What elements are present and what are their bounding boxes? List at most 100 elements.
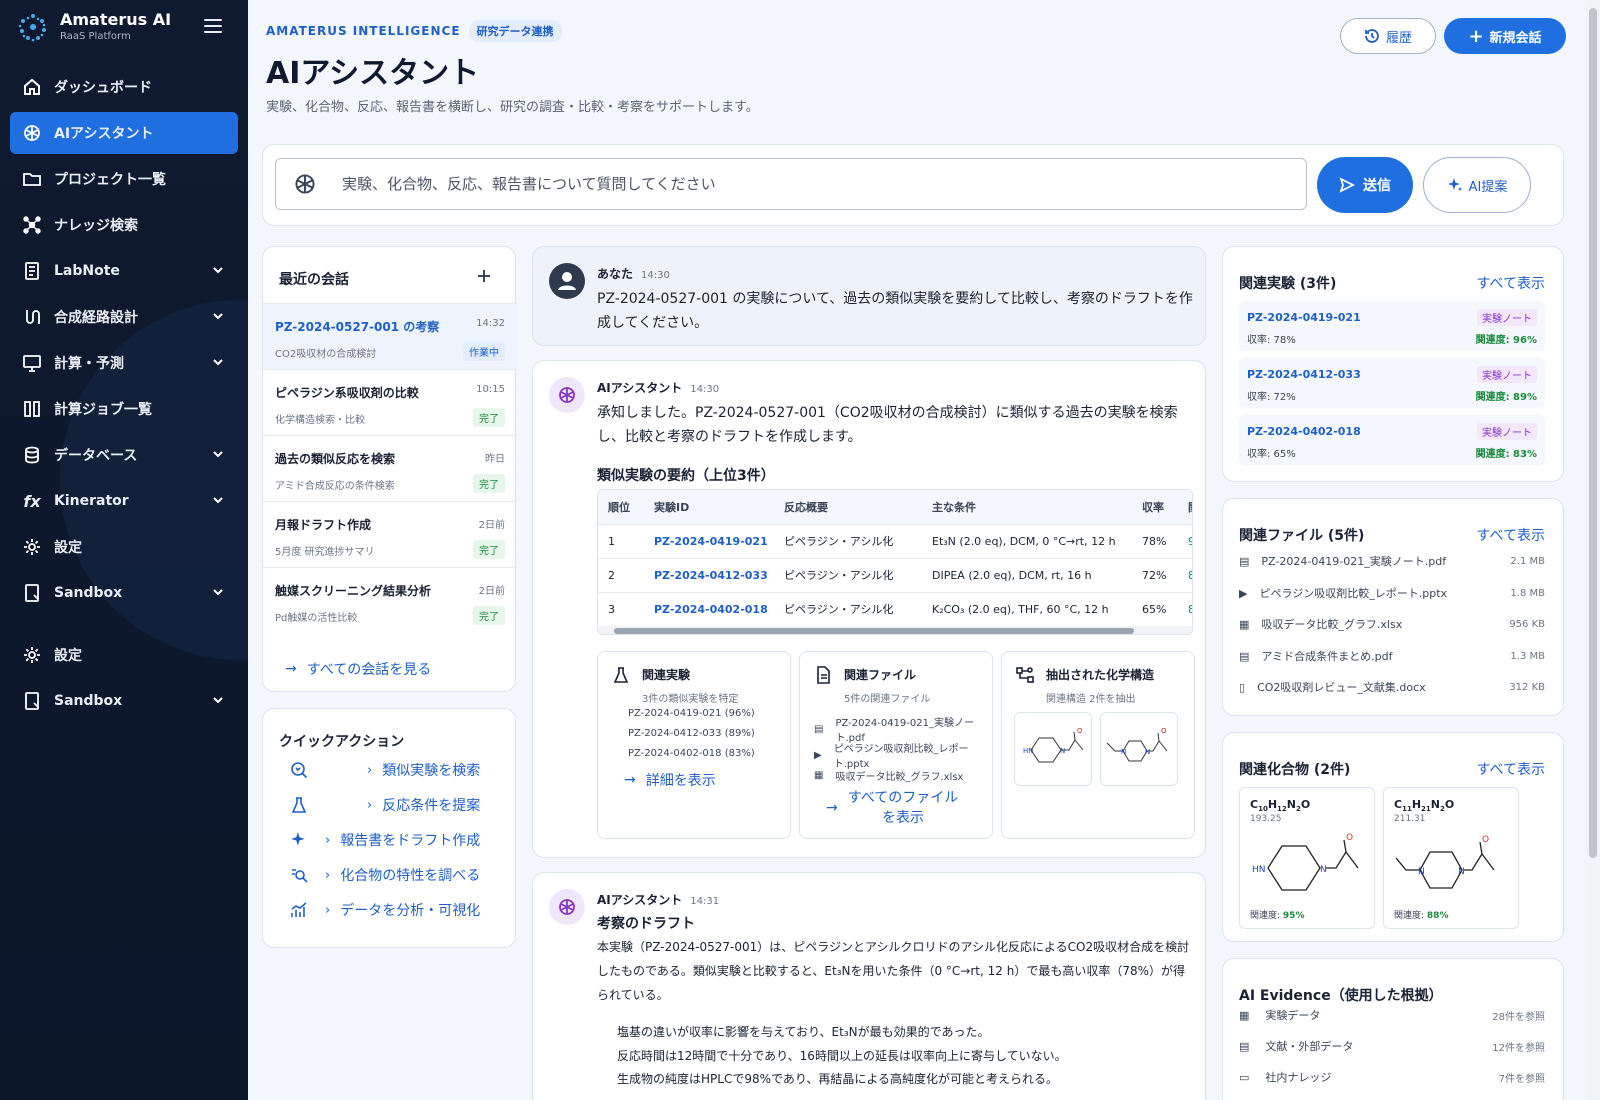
sparkle-icon [1447,178,1462,191]
sidebar-item-calc-predict[interactable]: 計算・予測 [10,342,238,384]
list-item[interactable]: PZ-2024-0419-021 収率: 78% 実験ノート 関連度: 96% [1239,301,1545,351]
status-badge: 完了 [473,408,505,427]
sidebar-item-sandbox-2[interactable]: Sandbox [10,680,238,722]
flask-icon [291,797,307,813]
sidebar-item-route-design[interactable]: 合成経路設計 [10,296,238,338]
file-line[interactable]: ▶ ピペラジン吸収剤比較_レポート.pptx [814,740,992,770]
compound-card[interactable]: C11H21N2O 211.31 N N O 関連度: 88% [1383,787,1519,929]
avatar [549,263,585,299]
ai-suggest-button[interactable]: AI提案 [1423,157,1531,213]
arrow-right-icon: → [826,800,838,816]
yield-cell: 72% [1132,557,1178,592]
new-label: 新規会話 [1489,30,1542,46]
structure-thumbnail[interactable]: HN N O [1014,712,1092,786]
table-scrollbar[interactable] [598,626,1192,634]
add-conversation-icon[interactable] [475,267,493,285]
chevron-down-icon [213,451,223,458]
sidebar-item-settings[interactable]: 設定 [10,526,238,568]
file-item[interactable]: ▦ 吸収データ比較_グラフ.xlsx 956 KB [1239,614,1545,634]
see-all-link[interactable]: すべて表示 [1477,525,1545,545]
conversation-sub: Pd触媒の活性比較 [275,613,358,624]
sandbox-icon [22,583,42,603]
logo-icon [18,14,46,42]
panel-title: AI Evidence（使用した根拠） [1239,988,1443,1004]
sidebar-item-projects[interactable]: プロジェクト一覧 [10,158,238,200]
molecule-search-icon [292,869,308,883]
quick-action-label: 化合物の特性を調べる [340,868,481,884]
experiment-link[interactable]: PZ-2024-0419-021 [644,523,774,558]
conversation-item[interactable]: 過去の類似反応を検索 アミド合成反応の条件検索 昨日 完了 [263,435,517,501]
chevron-right-icon: › [325,902,331,918]
related-experiments-card: 関連実験 3件の類似実験を特定 PZ-2024-0419-021 (96%) P… [597,651,791,839]
sidebar-item-database[interactable]: データベース [10,434,238,476]
experiment-link[interactable]: PZ-2024-0412-033 [644,557,774,592]
molecular-weight: 193.25 [1250,814,1282,824]
sidebar-item-calc-jobs[interactable]: 計算ジョブ一覧 [10,388,238,430]
see-all-link[interactable]: すべて表示 [1477,273,1545,293]
quick-action-suggest-conditions[interactable]: › 反応条件を提案 [291,794,480,816]
see-all-link[interactable]: すべて表示 [1477,759,1545,779]
send-button[interactable]: 送信 [1317,157,1413,213]
quick-action-compound-properties[interactable]: › 化合物の特性を調べる [292,864,481,886]
conversation-sub: アミド合成反応の条件検索 [275,481,395,492]
menu-icon[interactable] [204,19,222,33]
quick-action-search-similar[interactable]: › 類似実験を検索 [291,759,480,781]
quick-action-analyze-data[interactable]: › データを分析・可視化 [291,899,481,921]
question-input[interactable] [342,169,1282,199]
conversation-item[interactable]: PZ-2024-0527-001 の考察 CO2吸収材の合成検討 14:32 作… [263,303,517,369]
sidebar-item-settings-2[interactable]: 設定 [10,634,238,676]
experiment-link[interactable]: PZ-2024-0402-018 [644,591,774,626]
compound-card[interactable]: C10H12N2O 193.25 HN N O 関連度: 95% [1239,787,1375,929]
file-item[interactable]: ▶ ピペラジン吸収剤比較_レポート.pptx 1.8 MB [1239,583,1545,603]
chevron-right-icon: › [367,762,373,778]
structure-thumbnail[interactable]: N N O [1100,712,1178,786]
file-item[interactable]: ▤ アミド合成条件まとめ.pdf 1.3 MB [1239,646,1545,666]
brand-name: Amaterus AI [60,10,172,29]
author-name: AIアシスタント [597,893,683,907]
show-details-link[interactable]: → 詳細を表示 [624,770,716,790]
list-item[interactable]: PZ-2024-0412-033 収率: 72% 実験ノート 関連度: 89% [1239,358,1545,408]
chevron-down-icon [213,267,223,274]
draft-text: 本実験（PZ-2024-0527-001）は、ピペラジンとアシルクロリドのアシル… [597,940,1190,1002]
search-molecule-icon [291,762,308,779]
sidebar-item-kinerator[interactable]: fx Kinerator [10,480,238,522]
all-conversations-link[interactable]: → すべての会話を見る [285,659,431,679]
chevron-down-icon [213,313,223,320]
new-conversation-button[interactable]: + 新規会話 [1444,18,1566,54]
sidebar-item-knowledge[interactable]: ナレッジ検索 [10,204,238,246]
sidebar-item-ai-assistant[interactable]: AIアシスタント [10,112,238,154]
file-item[interactable]: ▤ PZ-2024-0419-021_実験ノート.pdf 2.1 MB [1239,551,1545,571]
relevance: 関連度: 83% [1475,449,1537,460]
relevance-cell: 89% [1178,557,1192,592]
conversation-item[interactable]: ピペラジン系吸収剤の比較 化学構造検索・比較 10:15 完了 [263,369,517,435]
conversation-item[interactable]: 月報ドラフト作成 5月度 研究進捗サマリ 2日前 完了 [263,501,517,567]
sidebar-item-dashboard[interactable]: ダッシュボード [10,66,238,108]
list-item[interactable]: PZ-2024-0402-018 収率: 65% 実験ノート 関連度: 83% [1239,415,1545,465]
conversation-time: 10:15 [476,384,505,395]
draft-bullet: 生成物の純度はHPLCで98%であり、再結晶による高純度化が可能と考えられる。 [617,1072,1059,1086]
file-line[interactable]: ▦ 吸収データ比較_グラフ.xlsx [814,768,963,783]
brand[interactable]: Amaterus AI RaaS Platform [16,10,171,44]
quick-action-draft-report[interactable]: › 報告書をドラフト作成 [291,829,480,851]
draft-bullet: 反応時間は12時間で十分であり、16時間以上の延長は収率向上に寄与していない。 [617,1049,1067,1063]
sidebar-item-label: データベース [54,448,138,464]
sidebar-item-labnote[interactable]: LabNote [10,250,238,292]
slides-icon: ▶ [814,749,822,761]
evidence-item[interactable]: ▭ 社内ナレッジ 7件を参照 [1239,1067,1545,1087]
type-badge: 実験ノート [1477,366,1537,383]
question-box[interactable] [275,158,1307,210]
evidence-item[interactable]: ▦ 実験データ 28件を参照 [1239,1005,1545,1025]
chevron-right-icon: › [325,867,331,883]
evidence-count: 7件を参照 [1498,1073,1545,1085]
quick-action-label: データを分析・可視化 [340,903,481,919]
history-button[interactable]: 履歴 [1340,18,1436,54]
folder-icon [22,169,42,189]
conversation-item[interactable]: 触媒スクリーニング結果分析 Pd触媒の活性比較 2日前 完了 [263,567,517,633]
page-scrollbar[interactable] [1586,0,1600,1100]
show-all-files-link[interactable]: → すべてのファイル を表示 [826,788,958,828]
evidence-item[interactable]: ▤ 文献・外部データ 12件を参照 [1239,1036,1545,1056]
recent-conversations: 最近の会話 PZ-2024-0527-001 の考察 CO2吸収材の合成検討 1… [262,246,517,692]
sidebar-item-sandbox[interactable]: Sandbox [10,572,238,614]
chevron-down-icon [213,497,223,504]
file-item[interactable]: ▯ CO2吸収剤レビュー_文献集.docx 312 KB [1239,677,1545,697]
